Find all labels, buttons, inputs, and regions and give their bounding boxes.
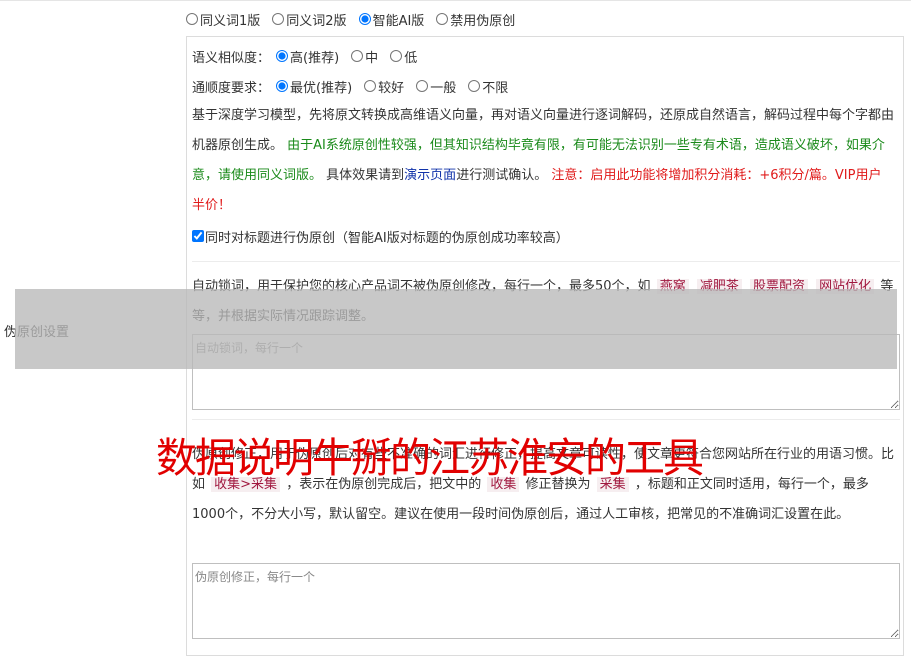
fluency-label: 通顺度要求：: [192, 80, 271, 96]
mode-synonym-v2-radio[interactable]: [272, 13, 285, 25]
fluency-any[interactable]: 不限: [468, 77, 508, 96]
mode-synonym-v1[interactable]: 同义词1版: [186, 10, 260, 29]
similarity-low[interactable]: 低: [390, 47, 417, 66]
mode-synonym-v1-label: 同义词1版: [200, 13, 261, 29]
divider-2: [192, 419, 900, 420]
fluency-normal-radio[interactable]: [416, 80, 429, 92]
mode-disable-label: 禁用伪原创: [450, 13, 516, 29]
fluency-good-radio[interactable]: [364, 80, 377, 92]
mode-synonym-v2[interactable]: 同义词2版: [272, 10, 347, 29]
fluency-good[interactable]: 较好: [364, 77, 404, 96]
mode-radio-group: 同义词1版 同义词2版 智能AI版 禁用伪原创: [186, 10, 527, 29]
similarity-low-radio[interactable]: [390, 50, 403, 62]
similarity-low-label: 低: [404, 50, 418, 66]
similarity-high-radio[interactable]: [276, 50, 289, 62]
similarity-mid[interactable]: 中: [351, 47, 378, 66]
description-text-2: 具体效果请到: [326, 168, 405, 183]
fluency-best[interactable]: 最优(推荐): [276, 77, 352, 96]
similarity-row: 语义相似度： 高(推荐) 中 低: [192, 46, 429, 66]
similarity-label: 语义相似度：: [192, 50, 271, 66]
mode-synonym-v1-radio[interactable]: [186, 13, 198, 25]
similarity-mid-radio[interactable]: [351, 50, 364, 62]
mode-ai-radio[interactable]: [358, 13, 371, 25]
title-rewrite-label: 同时对标题进行伪原创（智能AI版对标题的伪原创成功率较高）: [205, 230, 569, 246]
gray-overlay-band: [15, 289, 897, 369]
title-rewrite-option[interactable]: 同时对标题进行伪原创（智能AI版对标题的伪原创成功率较高）: [192, 226, 569, 246]
fluency-normal-label: 一般: [430, 80, 457, 96]
description-text-3: 进行测试确认。: [456, 168, 548, 183]
fluency-any-label: 不限: [482, 80, 509, 96]
fluency-normal[interactable]: 一般: [416, 77, 456, 96]
similarity-mid-label: 中: [365, 50, 379, 66]
fluency-good-label: 较好: [378, 80, 405, 96]
fix-words-textarea[interactable]: [192, 563, 900, 639]
similarity-high-label: 高(推荐): [290, 50, 340, 66]
mode-disable[interactable]: 禁用伪原创: [436, 10, 515, 29]
fluency-row: 通顺度要求： 最优(推荐) 较好 一般 不限: [192, 76, 520, 96]
similarity-high[interactable]: 高(推荐): [276, 47, 339, 66]
fluency-best-label: 最优(推荐): [290, 80, 353, 96]
demo-page-link[interactable]: 演示页面: [404, 168, 456, 183]
mode-ai[interactable]: 智能AI版: [358, 10, 425, 29]
divider-1: [192, 261, 900, 262]
watermark-text: 数据说明牛掰的江苏淮安的工具: [156, 434, 704, 482]
title-rewrite-checkbox[interactable]: [192, 230, 204, 242]
mode-disable-radio[interactable]: [436, 13, 449, 25]
fluency-any-radio[interactable]: [468, 80, 481, 92]
top-divider: [0, 0, 911, 1]
mode-ai-label: 智能AI版: [372, 13, 425, 29]
ai-description: 基于深度学习模型，先将原文转换成高维语义向量，再对语义向量进行逐词解码，还原成自…: [192, 101, 894, 221]
fluency-best-radio[interactable]: [276, 80, 289, 92]
mode-synonym-v2-label: 同义词2版: [286, 13, 347, 29]
